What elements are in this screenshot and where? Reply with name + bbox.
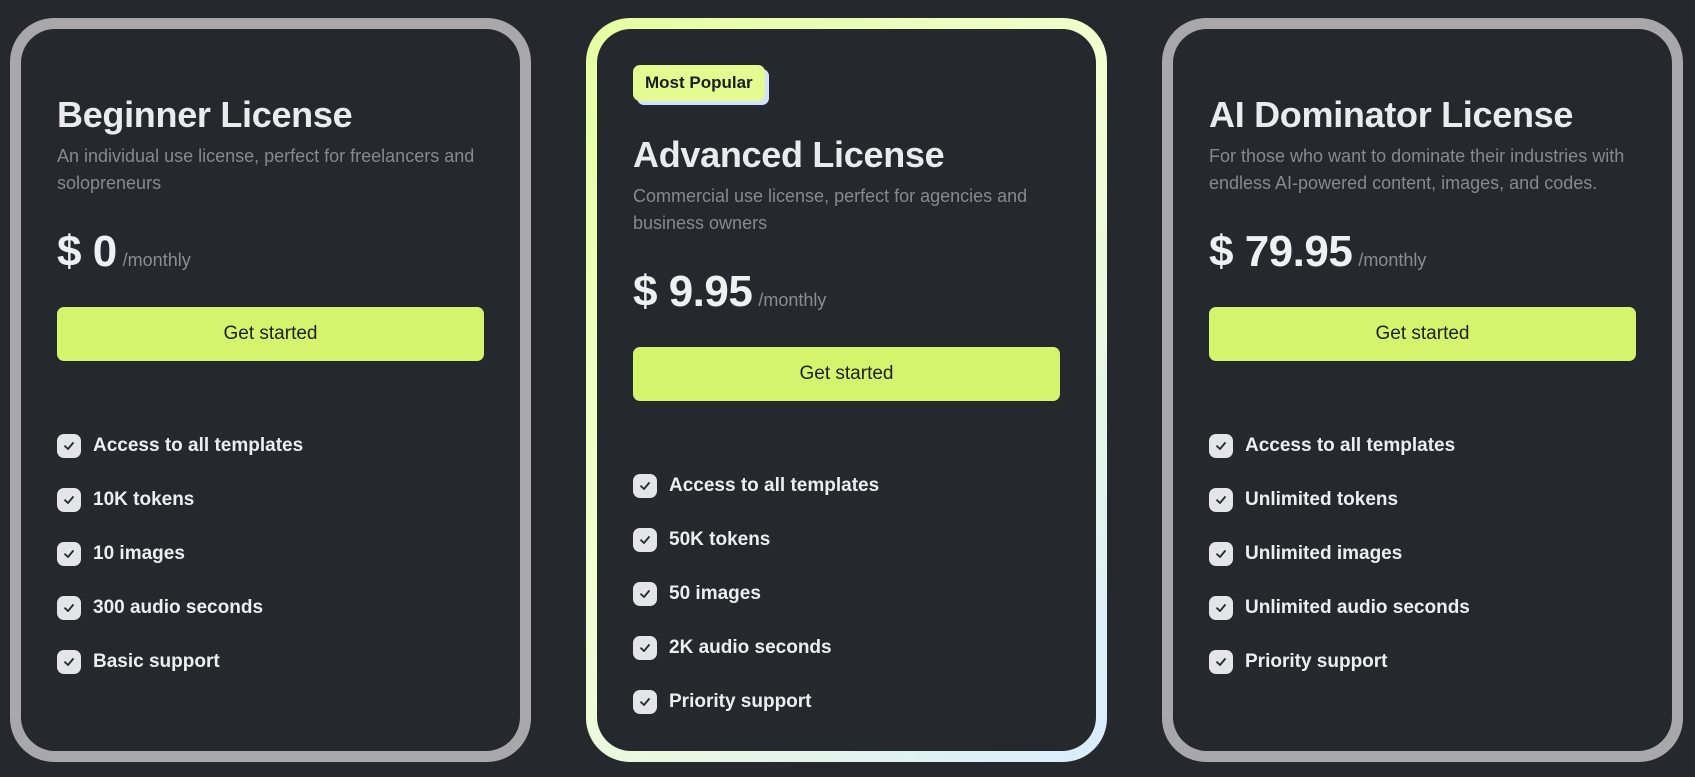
feature-label: Priority support xyxy=(669,690,812,712)
check-icon xyxy=(1209,649,1233,674)
feature-item: 50 images xyxy=(633,567,1060,621)
check-icon xyxy=(1209,541,1233,566)
check-icon xyxy=(633,527,657,552)
feature-item: 50K tokens xyxy=(633,513,1060,567)
feature-item: Access to all templates xyxy=(57,419,484,473)
feature-item: Unlimited tokens xyxy=(1209,473,1636,527)
feature-label: Unlimited tokens xyxy=(1245,488,1399,510)
feature-label: 10 images xyxy=(93,542,185,564)
get-started-button[interactable]: Get started xyxy=(633,346,1060,401)
get-started-button[interactable]: Get started xyxy=(57,306,484,361)
feature-item: 300 audio seconds xyxy=(57,581,484,635)
feature-label: Access to all templates xyxy=(669,474,880,496)
plan-description: For those who want to dominate their ind… xyxy=(1209,145,1625,193)
feature-item: Basic support xyxy=(57,635,484,689)
feature-label: Unlimited images xyxy=(1245,542,1403,564)
pricing-page: Beginner License An individual use licen… xyxy=(0,0,1695,777)
pricing-card-ai-dominator: AI Dominator License For those who want … xyxy=(1162,18,1683,762)
feature-item: Priority support xyxy=(1209,635,1636,689)
pricing-card-body: Beginner License An individual use licen… xyxy=(21,29,520,751)
price-period: /monthly xyxy=(1358,249,1427,270)
plan-title: Beginner License xyxy=(57,94,353,135)
check-icon xyxy=(57,487,81,512)
feature-list: Access to all templates 50K tokens 50 im… xyxy=(633,459,1060,729)
check-icon xyxy=(633,581,657,606)
pricing-card-body: Most Popular Advanced License Commercial… xyxy=(597,29,1096,751)
plan-title: AI Dominator License xyxy=(1209,94,1574,135)
feature-label: Basic support xyxy=(93,650,220,672)
price-period: /monthly xyxy=(122,249,191,270)
feature-list: Access to all templates Unlimited tokens… xyxy=(1209,419,1636,689)
price-row: $ 0 /monthly xyxy=(57,227,484,277)
price-period: /monthly xyxy=(758,289,827,310)
pricing-card-beginner: Beginner License An individual use licen… xyxy=(10,18,531,762)
feature-item: 10 images xyxy=(57,527,484,581)
feature-label: Priority support xyxy=(1245,650,1388,672)
plan-price: $ 79.95 xyxy=(1209,226,1353,276)
pricing-card-advanced: Most Popular Advanced License Commercial… xyxy=(586,18,1107,762)
feature-item: Unlimited images xyxy=(1209,527,1636,581)
check-icon xyxy=(633,473,657,498)
feature-label: 2K audio seconds xyxy=(669,636,832,658)
check-icon xyxy=(57,541,81,566)
price-row: $ 9.95 /monthly xyxy=(633,267,1060,317)
plan-title: Advanced License xyxy=(633,134,945,175)
most-popular-badge: Most Popular xyxy=(633,65,765,101)
check-icon xyxy=(57,649,81,674)
plan-price: $ 0 xyxy=(57,226,117,276)
feature-label: 10K tokens xyxy=(93,488,195,510)
feature-item: 2K audio seconds xyxy=(633,621,1060,675)
feature-list: Access to all templates 10K tokens 10 im… xyxy=(57,419,484,689)
feature-label: 300 audio seconds xyxy=(93,596,264,618)
price-row: $ 79.95 /monthly xyxy=(1209,227,1636,277)
feature-label: 50 images xyxy=(669,582,761,604)
check-icon xyxy=(1209,433,1233,458)
feature-label: Access to all templates xyxy=(1245,434,1456,456)
check-icon xyxy=(633,635,657,660)
plan-price: $ 9.95 xyxy=(633,266,753,316)
feature-label: Access to all templates xyxy=(93,434,304,456)
feature-item: Unlimited audio seconds xyxy=(1209,581,1636,635)
check-icon xyxy=(1209,487,1233,512)
plan-description: An individual use license, perfect for f… xyxy=(57,145,475,193)
check-icon xyxy=(633,689,657,714)
pricing-card-body: AI Dominator License For those who want … xyxy=(1173,29,1672,751)
plan-description: Commercial use license, perfect for agen… xyxy=(633,185,1028,233)
feature-item: Priority support xyxy=(633,675,1060,729)
feature-label: 50K tokens xyxy=(669,528,771,550)
check-icon xyxy=(1209,595,1233,620)
feature-item: Access to all templates xyxy=(633,459,1060,513)
get-started-button[interactable]: Get started xyxy=(1209,306,1636,361)
check-icon xyxy=(57,433,81,458)
feature-item: Access to all templates xyxy=(1209,419,1636,473)
feature-item: 10K tokens xyxy=(57,473,484,527)
feature-label: Unlimited audio seconds xyxy=(1245,596,1470,618)
check-icon xyxy=(57,595,81,620)
